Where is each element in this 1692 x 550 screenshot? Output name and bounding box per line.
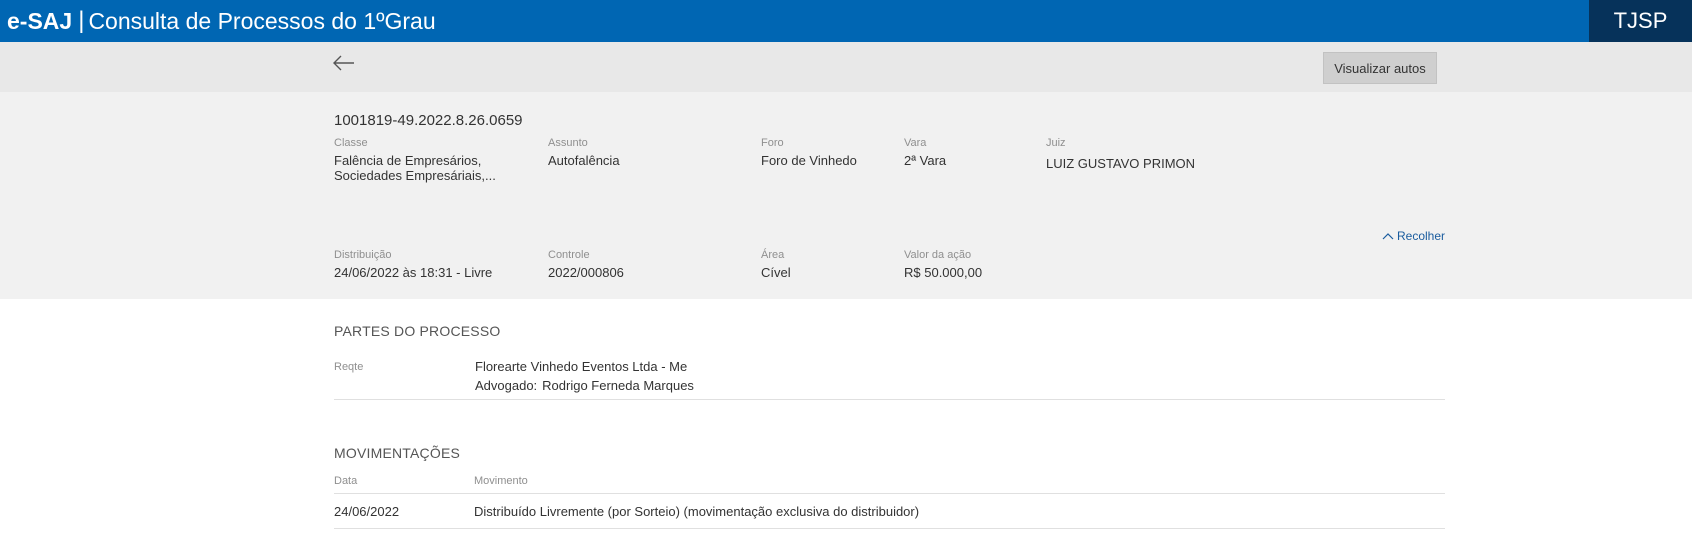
field-label: Foro xyxy=(761,137,784,149)
field-value: 24/06/2022 às 18:31 - Livre xyxy=(334,265,493,280)
parte-row: Reqte Florearte Vinhedo Eventos Ltda - M… xyxy=(334,358,1445,400)
movement-date: 24/06/2022 xyxy=(334,504,400,519)
field-value: 2ª Vara xyxy=(904,153,947,168)
collapse-link[interactable]: Recolher xyxy=(1382,229,1445,243)
movimentacoes-section-title: MOVIMENTAÇÕES xyxy=(334,445,461,461)
field-assunto: Assunto Autofalência xyxy=(548,136,620,168)
process-summary: 1001819-49.2022.8.26.0659 Classe Falênci… xyxy=(0,92,1692,299)
app-header: e-SAJ | Consulta de Processos do 1ºGrau … xyxy=(0,0,1692,42)
field-area: Área Cível xyxy=(761,248,791,280)
field-value: R$ 50.000,00 xyxy=(904,265,983,280)
field-classe: Classe Falência de Empresários, Sociedad… xyxy=(334,136,496,183)
field-vara: Vara 2ª Vara xyxy=(904,136,946,168)
field-valor: Valor da ação R$ 50.000,00 xyxy=(904,248,982,280)
court-label: TJSP xyxy=(1613,8,1668,33)
movimentacoes-header: Data Movimento xyxy=(334,474,1445,494)
column-header-movimento: Movimento xyxy=(474,475,528,487)
toolbar: Visualizar autos xyxy=(0,42,1692,92)
table-row: 24/06/2022 Distribuído Livremente (por S… xyxy=(334,494,1445,529)
parte-type: Reqte xyxy=(334,361,364,373)
field-value: LUIZ GUSTAVO PRIMON xyxy=(1046,156,1196,171)
column-header-data: Data xyxy=(334,475,358,487)
process-number: 1001819-49.2022.8.26.0659 xyxy=(334,112,523,129)
field-value: 2022/000806 xyxy=(548,265,624,280)
field-controle: Controle 2022/000806 xyxy=(548,248,624,280)
back-button[interactable] xyxy=(331,50,357,76)
parte-name: Florearte Vinhedo Eventos Ltda - Me xyxy=(475,359,688,374)
brand: e-SAJ | Consulta de Processos do 1ºGrau xyxy=(7,5,436,37)
field-label: Área xyxy=(761,249,785,261)
view-records-button[interactable]: Visualizar autos xyxy=(1323,52,1437,84)
field-value: Autofalência xyxy=(548,153,620,168)
field-label: Juiz xyxy=(1046,137,1066,149)
field-label: Assunto xyxy=(548,137,588,149)
field-value: Falência de Empresários, Sociedades Empr… xyxy=(334,153,496,183)
brand-separator: | xyxy=(78,7,85,34)
movement-text[interactable]: Distribuído Livremente (por Sorteio) (mo… xyxy=(474,504,919,519)
partes-section-title: PARTES DO PROCESSO xyxy=(334,323,501,339)
field-value: Cível xyxy=(761,265,791,280)
field-value-line: Falência de Empresários, xyxy=(334,153,482,168)
court-badge[interactable]: TJSP xyxy=(1589,0,1692,42)
field-foro: Foro Foro de Vinhedo xyxy=(761,136,857,168)
parte-lawyer: Advogado: Rodrigo Ferneda Marques xyxy=(475,378,694,393)
collapse-label: Recolher xyxy=(1397,229,1446,243)
esaj-logo[interactable]: e-SAJ xyxy=(7,8,72,35)
field-juiz: Juiz LUIZ GUSTAVO PRIMON xyxy=(1046,136,1195,171)
field-label: Distribuição xyxy=(334,249,392,261)
lawyer-label: Advogado: xyxy=(475,378,538,393)
field-label: Vara xyxy=(904,137,927,149)
field-label: Classe xyxy=(334,137,368,149)
field-value: Foro de Vinhedo xyxy=(761,153,857,168)
arrow-left-icon xyxy=(333,55,354,71)
field-distribuicao: Distribuição 24/06/2022 às 18:31 - Livre xyxy=(334,248,492,280)
field-label: Controle xyxy=(548,249,590,261)
field-value-line: Sociedades Empresáriais,... xyxy=(334,168,496,183)
lawyer-name: Rodrigo Ferneda Marques xyxy=(542,378,694,393)
page-title: Consulta de Processos do 1ºGrau xyxy=(88,7,436,34)
field-label: Valor da ação xyxy=(904,249,972,261)
chevron-up-icon xyxy=(1382,233,1394,240)
